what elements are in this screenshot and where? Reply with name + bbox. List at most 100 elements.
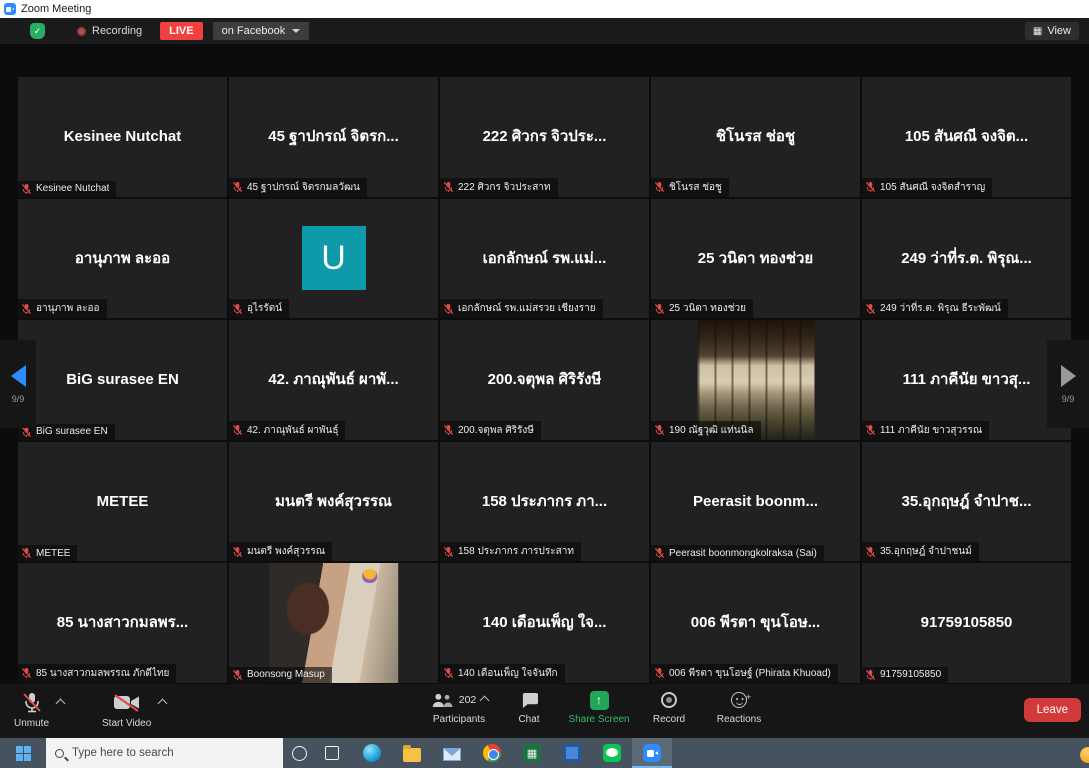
photos-taskbar-button[interactable] [552, 738, 592, 768]
view-button[interactable]: View [1025, 22, 1079, 40]
participant-tile[interactable]: BiG surasee EN BiG surasee EN [18, 320, 227, 440]
edge-taskbar-button[interactable] [352, 738, 392, 768]
participant-label-text: 222 ศิวกร จิวประสาท [458, 180, 551, 195]
participant-tile[interactable]: 25 วนิดา ทองช่วย 25 วนิดา ทองช่วย [651, 199, 860, 319]
participant-tile[interactable]: 190 ณัฐวุฒิ แท่นนิล [651, 320, 860, 440]
participant-name: มนตรี พงค์สุวรรณ [265, 492, 402, 512]
participant-tile[interactable]: อานุภาพ ละออ อานุภาพ ละออ [18, 199, 227, 319]
live-target-dropdown[interactable]: on Facebook [213, 22, 310, 40]
participant-label-text: อานุภาพ ละออ [36, 301, 100, 316]
participant-tile[interactable]: METEE METEE [18, 442, 227, 562]
participant-label-text: 158 ประภากร ภารประสาท [458, 544, 574, 559]
recording-indicator: Recording [77, 25, 142, 37]
cortana-icon[interactable] [292, 746, 307, 761]
participant-tile[interactable]: 45 ฐาปกรณ์ จิตรก... 45 ฐาปกรณ์ จิตรกมลวั… [229, 77, 438, 197]
mic-muted-icon [654, 667, 665, 679]
participant-name: Peerasit boonm... [683, 492, 828, 512]
record-button[interactable]: Record [638, 690, 700, 725]
participants-count: 202 [459, 694, 477, 706]
participant-tile[interactable]: 85 นางสาวกมลพร... 85 นางสาวกมลพรรณ ภักดี… [18, 563, 227, 683]
participant-tile[interactable]: 249 ว่าที่ร.ต. พิรุณ... 249 ว่าที่ร.ต. พ… [862, 199, 1071, 319]
participant-label-text: 85 นางสาวกมลพรรณ ภักดีไทย [36, 666, 169, 681]
participant-tile[interactable]: 140 เดือนเพ็ญ ใจ... 140 เดือนเพ็ญ ใจจันท… [440, 563, 649, 683]
mic-muted-icon [443, 181, 454, 193]
participant-tile[interactable]: 91759105850 91759105850 [862, 563, 1071, 683]
participants-caret[interactable] [480, 695, 490, 705]
line-taskbar-button[interactable] [592, 738, 632, 768]
participant-label: Peerasit boonmongkolraksa (Sai) [651, 545, 824, 561]
participant-tile[interactable]: 158 ประภากร ภา... 158 ประภากร ภารประสาท [440, 442, 649, 562]
start-video-button[interactable]: Start Video [102, 692, 151, 729]
mic-muted-icon [20, 692, 44, 714]
mic-muted-icon [865, 669, 876, 681]
arrow-right-icon [1061, 365, 1076, 387]
excel-taskbar-button[interactable] [512, 738, 552, 768]
windows-logo-icon [16, 746, 31, 761]
live-target-label: on Facebook [222, 25, 286, 37]
participant-label: 006 พีรตา ขุนโอษฐ์ (Phirata Khuoad) [651, 664, 838, 683]
unmute-button[interactable]: Unmute [14, 692, 49, 729]
leave-button[interactable]: Leave [1024, 698, 1081, 722]
participant-name: 35.อุกฤษฎ์ จำปาช... [892, 492, 1042, 512]
participant-label-text: เอกลักษณ์ รพ.แม่สรวย เชียงราย [458, 301, 596, 316]
participant-tile[interactable]: 105 สันศณี จงจิต... 105 สันศณี จงจิตสำรา… [862, 77, 1071, 197]
audio-options-caret[interactable] [56, 699, 66, 709]
participant-tile[interactable]: มนตรี พงค์สุวรรณ มนตรี พงค์สุวรรณ [229, 442, 438, 562]
participant-label-text: 190 ณัฐวุฒิ แท่นนิล [669, 423, 754, 438]
share-screen-icon [590, 691, 609, 710]
video-options-caret[interactable] [158, 699, 168, 709]
participant-label-text: 200.จตุพล ศิริรังษี [458, 423, 534, 438]
participant-label-text: 45 ฐาปกรณ์ จิตรกมลวัฒน [247, 180, 360, 195]
participant-tile[interactable]: 200.จตุพล ศิริรังษี 200.จตุพล ศิริรังษี [440, 320, 649, 440]
security-shield-icon[interactable] [30, 23, 45, 39]
participant-label-text: Kesinee Nutchat [36, 183, 109, 194]
participant-tile[interactable]: Boonsong Masup [229, 563, 438, 683]
next-page-button[interactable]: 9/9 [1047, 340, 1089, 428]
windows-taskbar [0, 738, 1089, 768]
start-button[interactable] [0, 738, 46, 768]
participant-tile[interactable]: 111 ภาคีนัย ขาวสุ... 111 ภาคีนัย ขาวสุวร… [862, 320, 1071, 440]
file-explorer-icon [403, 748, 421, 762]
reactions-button[interactable]: + Reactions [708, 690, 770, 725]
prev-page-button[interactable]: 9/9 [0, 340, 36, 428]
participant-label: Kesinee Nutchat [18, 181, 116, 197]
mic-muted-icon [21, 183, 32, 195]
live-badge: LIVE [160, 22, 202, 40]
participant-label: 35.อุกฤษฎ์ จำปาชนม์ [862, 542, 979, 561]
participant-tile[interactable]: 35.อุกฤษฎ์ จำปาช... 35.อุกฤษฎ์ จำปาชนม์ [862, 442, 1071, 562]
mic-muted-icon [232, 181, 243, 193]
chat-button[interactable]: Chat [498, 690, 560, 725]
mic-muted-icon [865, 303, 876, 315]
zoom-icon [643, 744, 661, 762]
chrome-taskbar-button[interactable] [472, 738, 512, 768]
view-label: View [1047, 25, 1071, 37]
excel-icon [523, 744, 541, 762]
mic-muted-icon [865, 546, 876, 558]
taskbar-edge-icon[interactable] [1080, 747, 1089, 763]
participant-tile[interactable]: Kesinee Nutchat Kesinee Nutchat [18, 77, 227, 197]
participant-tile[interactable]: เอกลักษณ์ รพ.แม่... เอกลักษณ์ รพ.แม่สรวย… [440, 199, 649, 319]
search-input[interactable] [72, 747, 274, 759]
mail-taskbar-button[interactable] [432, 738, 472, 768]
participant-label-text: ชิโนรส ช่อชู [669, 180, 722, 195]
participant-tile[interactable]: 006 พีรตา ขุนโอษ... 006 พีรตา ขุนโอษฐ์ (… [651, 563, 860, 683]
mic-muted-icon [654, 181, 665, 193]
participant-label-text: Peerasit boonmongkolraksa (Sai) [669, 548, 817, 559]
participant-tile[interactable]: Peerasit boonm... Peerasit boonmongkolra… [651, 442, 860, 562]
edge-icon [363, 744, 381, 762]
share-screen-button[interactable]: Share Screen [568, 690, 630, 725]
file-explorer-taskbar-button[interactable] [392, 738, 432, 768]
participant-label: 140 เดือนเพ็ญ ใจจันทึก [440, 664, 565, 683]
participant-name: 222 ศิวกร จิวประ... [473, 127, 617, 147]
participants-button[interactable]: 202 Participants [428, 690, 490, 725]
participant-tile[interactable]: 42. ภาณุพันธ์ ผาพั... 42. ภาณุพันธ์ ผาพั… [229, 320, 438, 440]
participants-icon [430, 692, 454, 709]
mic-muted-icon [443, 667, 454, 679]
taskbar-search[interactable] [46, 738, 283, 768]
participant-tile[interactable]: U อุไรรัตน์ [229, 199, 438, 319]
zoom-app-icon [4, 3, 16, 15]
participant-tile[interactable]: ชิโนรส ช่อชู ชิโนรส ช่อชู [651, 77, 860, 197]
zoom-taskbar-button[interactable] [632, 738, 672, 768]
participant-tile[interactable]: 222 ศิวกร จิวประ... 222 ศิวกร จิวประสาท [440, 77, 649, 197]
task-view-icon[interactable] [325, 746, 339, 760]
